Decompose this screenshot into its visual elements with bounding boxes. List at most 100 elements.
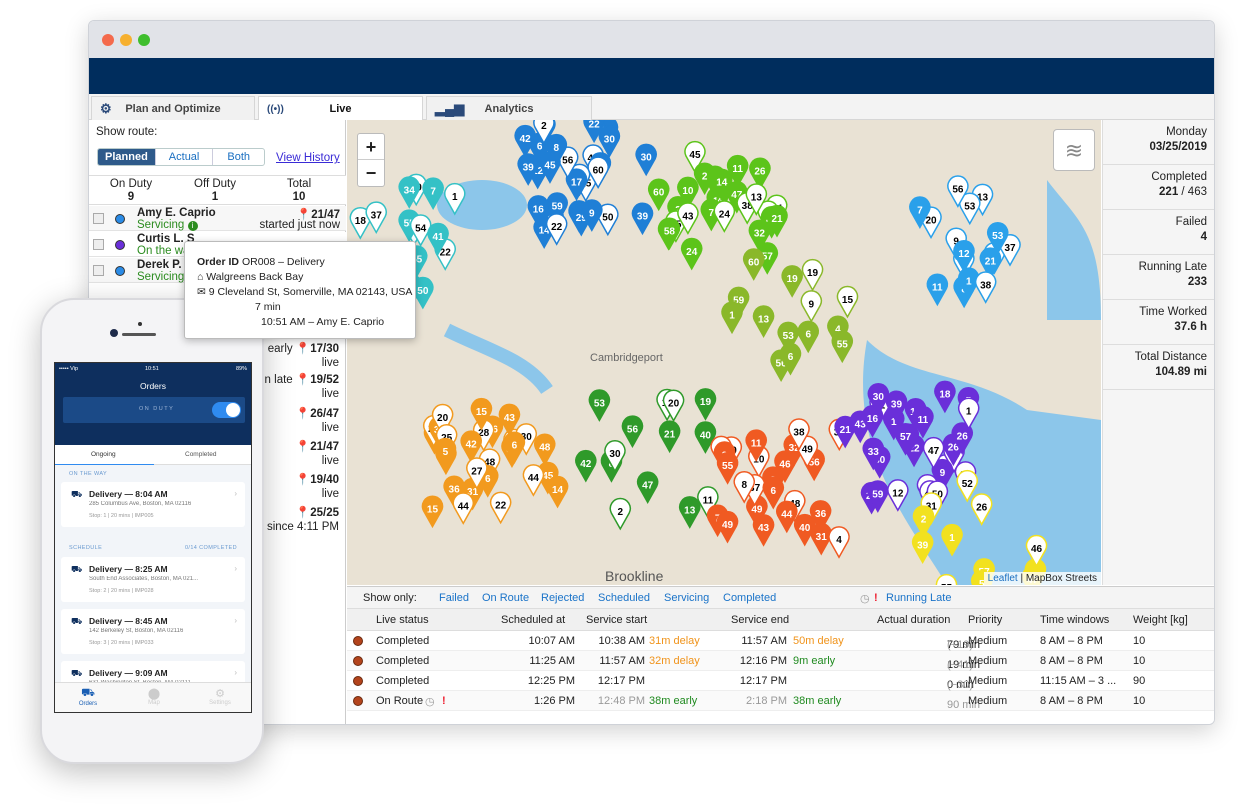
- map-pin-label: 16: [867, 414, 879, 425]
- map-pin-label: 9: [809, 299, 815, 310]
- map-canvas: 1553471530591217144756154063930278593922…: [349, 120, 1101, 585]
- tab-completed[interactable]: Completed: [185, 451, 216, 458]
- tab-analytics[interactable]: ▂▄▆ Analytics: [426, 96, 592, 120]
- tab-plan-and-optimize[interactable]: ⚙ Plan and Optimize: [91, 96, 255, 120]
- info-icon[interactable]: i: [187, 221, 198, 231]
- map-pin-label: 60: [653, 188, 665, 199]
- stat-running-late: Running Late 233: [1103, 255, 1214, 300]
- tab-live[interactable]: ((•)) Live: [258, 96, 423, 121]
- map-pin-label: 8: [741, 480, 747, 491]
- delivery-icon: ⛟: [71, 564, 83, 574]
- driver-checkbox[interactable]: [93, 213, 104, 224]
- map-pin-label: 20: [668, 399, 680, 410]
- route-actual-button[interactable]: Actual: [156, 149, 214, 165]
- order-card[interactable]: ⛟ Delivery — 8:04 AM 285 Columbus Ave, B…: [61, 482, 245, 527]
- order-card[interactable]: ⛟ Delivery — 8:25 AM South End Associate…: [61, 557, 245, 602]
- route-both-button[interactable]: Both: [213, 149, 264, 165]
- map-pin-label: 49: [802, 445, 814, 456]
- map-pin-label: 37: [1004, 243, 1016, 254]
- map-pin-label: 27: [471, 466, 483, 477]
- map-pin-label: 6: [805, 330, 811, 341]
- table-row[interactable]: Completed 10:07 AM 10:38 AM 31m delay 11…: [347, 631, 1214, 651]
- map-pin-label: 39: [891, 400, 903, 411]
- map-pin-label: 42: [580, 459, 592, 470]
- map-view[interactable]: 1553471530591217144756154063930278593922…: [347, 120, 1101, 585]
- nav-orders[interactable]: ⛟ Orders: [55, 687, 121, 707]
- show-route-label: Show route:: [96, 126, 158, 138]
- driver-row-summary[interactable]: 📍26/47 live: [296, 407, 339, 435]
- title-bar: [89, 21, 1214, 58]
- driver-checkbox[interactable]: [93, 239, 104, 250]
- col-service-end[interactable]: Service end: [731, 614, 789, 626]
- nav-map[interactable]: ⬤ Map: [121, 687, 187, 706]
- col-weight[interactable]: Weight [kg]: [1133, 614, 1188, 626]
- on-duty-toggle[interactable]: [212, 402, 241, 418]
- status-dot: [353, 696, 363, 706]
- map-pin-label: 55: [941, 583, 953, 585]
- layers-button[interactable]: ≋: [1053, 129, 1095, 171]
- filter-on-route[interactable]: On Route: [482, 592, 529, 604]
- col-actual-duration[interactable]: Actual duration: [877, 614, 950, 626]
- col-scheduled-at[interactable]: Scheduled at: [501, 614, 565, 626]
- nav-settings[interactable]: ⚙ Settings: [187, 687, 251, 706]
- map-pin-label: 60: [748, 257, 760, 268]
- minimize-window-button[interactable]: [120, 34, 132, 46]
- map-pin-label: 12: [892, 488, 904, 499]
- stats-panel: Monday 03/25/2019 Completed 221 / 463 Fail…: [1102, 120, 1214, 585]
- zoom-out-button[interactable]: −: [358, 160, 384, 186]
- col-live-status[interactable]: Live status: [376, 614, 429, 626]
- col-service-start[interactable]: Service start: [586, 614, 647, 626]
- driver-row[interactable]: Amy E. Caprio Servicing i 📍21/47 started…: [89, 206, 346, 231]
- driver-row-summary[interactable]: early 📍17/30 live: [268, 342, 339, 370]
- map-pin-label: 46: [1031, 544, 1043, 555]
- table-row[interactable]: On Route ◷! 1:26 PM 12:48 PM 38m early 2…: [347, 691, 1214, 711]
- filter-completed[interactable]: Completed: [723, 592, 776, 604]
- map-pin-label: 31: [816, 532, 828, 543]
- map-pin-label: 34: [404, 185, 416, 196]
- filter-rejected[interactable]: Rejected: [541, 592, 584, 604]
- driver-checkbox[interactable]: [93, 265, 104, 276]
- filter-running-late[interactable]: Running Late: [886, 592, 951, 604]
- orders-icon: ⛟: [81, 687, 95, 699]
- table-row[interactable]: Completed 11:25 AM 11:57 AM 32m delay 12…: [347, 651, 1214, 671]
- col-time-windows[interactable]: Time windows: [1040, 614, 1109, 626]
- driver-row-summary[interactable]: 📍25/25 since 4:11 PM: [267, 506, 339, 534]
- map-pin-label: 13: [751, 192, 763, 203]
- filter-servicing[interactable]: Servicing: [664, 592, 709, 604]
- map-pin-label: 42: [466, 439, 478, 450]
- order-card[interactable]: ⛟ Delivery — 8:45 AM 142 Berkeley St, Bo…: [61, 609, 245, 654]
- table-row[interactable]: Completed 12:25 PM 12:17 PM 12:17 PM 0 m…: [347, 671, 1214, 691]
- filter-failed[interactable]: Failed: [439, 592, 469, 604]
- front-camera: [110, 329, 118, 337]
- view-history-link[interactable]: View History: [276, 152, 340, 164]
- map-pin-label: 6: [512, 441, 518, 452]
- map-pin-label: 22: [495, 501, 507, 512]
- zoom-in-button[interactable]: +: [358, 134, 384, 160]
- filter-scheduled[interactable]: Scheduled: [598, 592, 650, 604]
- driver-row-summary[interactable]: 📍19/40 live: [296, 473, 339, 501]
- map-pin-label: 19: [700, 397, 712, 408]
- close-window-button[interactable]: [102, 34, 114, 46]
- col-priority[interactable]: Priority: [968, 614, 1002, 626]
- map-pin-label: 44: [781, 510, 793, 521]
- tab-ongoing[interactable]: Ongoing: [91, 451, 116, 458]
- map-pin-label: 11: [732, 164, 743, 175]
- driver-row-summary[interactable]: 📍21/47 live: [296, 440, 339, 468]
- map-pin-label: 1: [966, 277, 972, 288]
- route-toggle: Planned Actual Both: [97, 148, 266, 166]
- map-pin-label: 39: [523, 162, 535, 173]
- driver-row-summary[interactable]: n late 📍19/52 live: [265, 373, 339, 401]
- map-pin-label: 30: [641, 153, 653, 164]
- map-pin-label: 22: [589, 120, 601, 131]
- map-pin-label: 58: [664, 227, 676, 238]
- maximize-window-button[interactable]: [138, 34, 150, 46]
- map-pin-label: 16: [533, 204, 545, 215]
- map-label: Cambridgeport: [590, 352, 663, 364]
- route-planned-button[interactable]: Planned: [98, 149, 156, 165]
- leaflet-link[interactable]: Leaflet: [988, 573, 1018, 584]
- orders-tabs: Ongoing Completed: [55, 445, 251, 465]
- broadcast-icon: ((•)): [267, 103, 284, 115]
- orders-list: ON THE WAY ⛟ Delivery — 8:04 AM 285 Colu…: [55, 465, 251, 712]
- bottom-nav: ⛟ Orders ⬤ Map ⚙ Settings: [55, 682, 251, 712]
- map-pin-label: 6: [770, 486, 776, 497]
